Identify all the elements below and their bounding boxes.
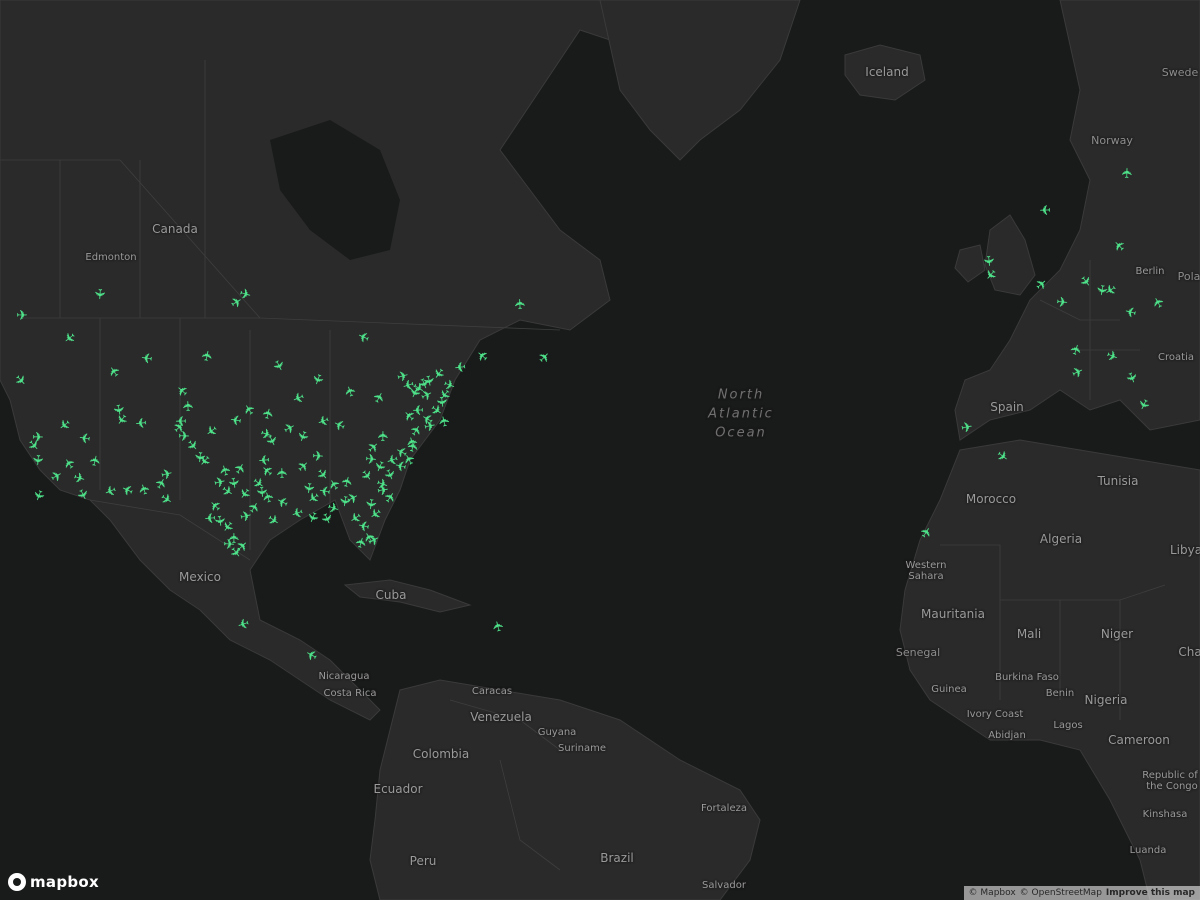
airplane-icon[interactable]: ✈ bbox=[452, 357, 468, 374]
airplane-icon[interactable]: ✈ bbox=[375, 482, 391, 500]
airplane-icon[interactable]: ✈ bbox=[363, 452, 378, 469]
label-niger: Niger bbox=[1100, 627, 1134, 641]
label-poland: Pola bbox=[1177, 270, 1200, 283]
airplane-icon[interactable]: ✈ bbox=[91, 287, 108, 302]
label-venezuela: Venezuela bbox=[470, 710, 532, 724]
label-burkina-faso: Burkina Faso bbox=[995, 672, 1059, 683]
label-tunisia: Tunisia bbox=[1097, 474, 1139, 488]
label-luanda: Luanda bbox=[1129, 845, 1167, 856]
label-berlin: Berlin bbox=[1135, 266, 1165, 277]
airplane-icon[interactable]: ✈ bbox=[335, 493, 353, 509]
north-america-land bbox=[0, 0, 611, 721]
label-kinshasa: Kinshasa bbox=[1142, 809, 1188, 820]
airplane-icon[interactable]: ✈ bbox=[139, 348, 155, 365]
greenland-land bbox=[599, 0, 801, 161]
airplane-icon[interactable]: ✈ bbox=[174, 412, 188, 428]
label-fortaleza: Fortaleza bbox=[701, 803, 747, 814]
label-colombia: Colombia bbox=[412, 747, 470, 761]
label-morocco: Morocco bbox=[965, 492, 1017, 506]
airplane-icon[interactable]: ✈ bbox=[199, 348, 217, 365]
label-abidjan: Abidjan bbox=[988, 730, 1026, 741]
airplane-icon[interactable]: ✈ bbox=[1054, 294, 1069, 311]
label-suriname: Suriname bbox=[558, 743, 606, 754]
airplane-icon[interactable]: ✈ bbox=[159, 466, 176, 484]
airplane-icon[interactable]: ✈ bbox=[959, 419, 975, 437]
label-canada: Canada bbox=[152, 222, 198, 236]
label-guyana: Guyana bbox=[537, 727, 577, 738]
label-peru: Peru bbox=[409, 854, 437, 868]
label-salvador: Salvador bbox=[702, 880, 746, 891]
airplane-icon[interactable]: ✈ bbox=[253, 484, 270, 499]
airplane-icon[interactable]: ✈ bbox=[311, 449, 326, 466]
label-mauritania: Mauritania bbox=[921, 607, 985, 621]
label-mexico: Mexico bbox=[179, 570, 221, 584]
airplane-icon[interactable]: ✈ bbox=[77, 428, 93, 446]
label-spain: Spain bbox=[990, 400, 1024, 414]
mapbox-logo-text: mapbox bbox=[30, 873, 100, 891]
mapbox-logo-icon bbox=[8, 873, 26, 891]
label-cameroon: Cameroon bbox=[1108, 733, 1170, 747]
map-canvas[interactable]: Canada Edmonton Iceland Norway Swede Ber… bbox=[0, 0, 1200, 900]
airplane-icon[interactable]: ✈ bbox=[260, 406, 278, 423]
label-ocean-line-2: Atlantic bbox=[708, 406, 774, 422]
cuba-land bbox=[343, 579, 472, 613]
airplane-icon[interactable]: ✈ bbox=[228, 410, 244, 428]
label-libya: Libya bbox=[1169, 543, 1200, 557]
label-ocean-line-3: Ocean bbox=[715, 425, 767, 441]
attribution-bar: © Mapbox © OpenStreetMap Improve this ma… bbox=[963, 886, 1200, 900]
airplane-icon[interactable]: ✈ bbox=[1120, 166, 1136, 180]
label-republic-congo-2: the Congo bbox=[1146, 781, 1198, 792]
mapbox-logo[interactable]: mapbox bbox=[8, 872, 99, 892]
label-senegal: Senegal bbox=[895, 646, 941, 659]
label-nicaragua: Nicaragua bbox=[318, 671, 370, 682]
airplane-icon[interactable]: ✈ bbox=[238, 508, 255, 526]
label-ocean-line-1: North bbox=[717, 387, 765, 403]
label-chad: Cha bbox=[1178, 645, 1200, 659]
label-costa-rica: Costa Rica bbox=[323, 688, 377, 699]
airplane-icon[interactable]: ✈ bbox=[15, 309, 29, 323]
label-caracas: Caracas bbox=[471, 686, 513, 697]
airplane-icon[interactable]: ✈ bbox=[1038, 201, 1052, 217]
airplane-icon[interactable]: ✈ bbox=[133, 413, 148, 430]
label-western-sahara-2: Sahara bbox=[908, 571, 944, 582]
airplane-icon[interactable]: ✈ bbox=[376, 429, 392, 443]
label-lagos: Lagos bbox=[1053, 720, 1083, 731]
land-layer bbox=[0, 0, 1200, 900]
label-guinea: Guinea bbox=[931, 684, 967, 695]
airplane-icon[interactable]: ✈ bbox=[87, 453, 105, 470]
label-ecuador: Ecuador bbox=[373, 782, 423, 796]
improve-map-link[interactable]: Improve this map bbox=[1106, 888, 1195, 898]
airplane-icon[interactable]: ✈ bbox=[275, 466, 291, 480]
label-nigeria: Nigeria bbox=[1084, 693, 1128, 707]
label-croatia: Croatia bbox=[1158, 352, 1194, 363]
label-brazil: Brazil bbox=[600, 851, 634, 865]
label-algeria: Algeria bbox=[1039, 532, 1083, 546]
attribution-mapbox-link[interactable]: © Mapbox bbox=[969, 888, 1016, 898]
label-iceland: Iceland bbox=[865, 65, 909, 79]
label-edmonton: Edmonton bbox=[85, 252, 137, 263]
label-mali: Mali bbox=[1016, 627, 1042, 641]
label-cuba: Cuba bbox=[375, 588, 407, 602]
label-benin: Benin bbox=[1045, 688, 1075, 699]
airplane-icon[interactable]: ✈ bbox=[29, 452, 46, 467]
label-ivory-coast: Ivory Coast bbox=[966, 709, 1024, 720]
airplane-icon[interactable]: ✈ bbox=[513, 297, 530, 312]
label-sweden: Swede bbox=[1161, 66, 1199, 79]
africa-land bbox=[899, 439, 1200, 900]
label-norway: Norway bbox=[1091, 134, 1133, 147]
attribution-osm-link[interactable]: © OpenStreetMap bbox=[1020, 888, 1102, 898]
